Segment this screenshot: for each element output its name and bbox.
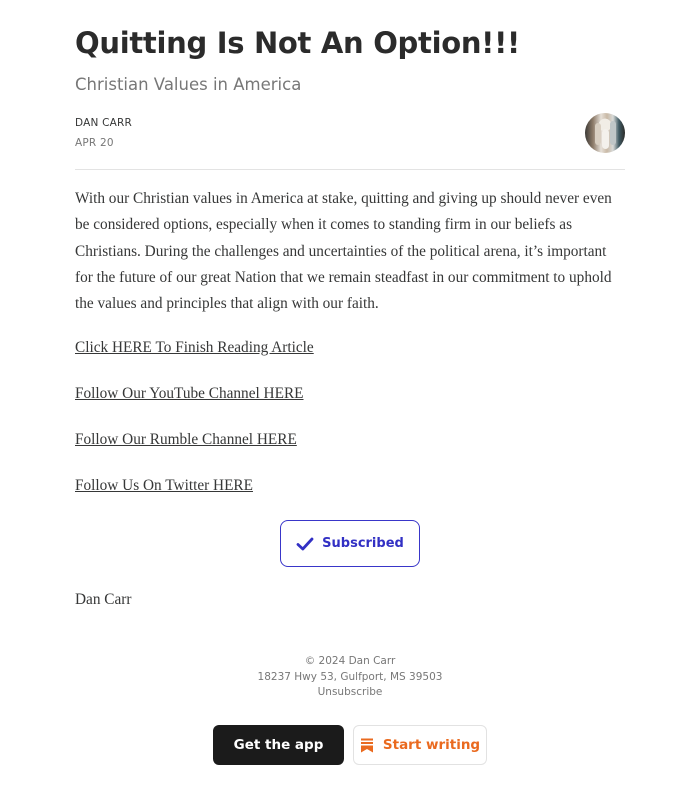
- youtube-channel-link[interactable]: Follow Our YouTube Channel HERE: [75, 385, 304, 403]
- header-divider: [75, 169, 625, 170]
- twitter-link[interactable]: Follow Us On Twitter HERE: [75, 477, 253, 495]
- finish-reading-link[interactable]: Click HERE To Finish Reading Article: [75, 339, 314, 357]
- start-writing-button[interactable]: Start writing: [353, 725, 487, 765]
- footer-address: 18237 Hwy 53, Gulfport, MS 39503: [257, 670, 443, 683]
- email-footer: © 2024 Dan Carr 18237 Hwy 53, Gulfport, …: [0, 654, 700, 701]
- unsubscribe-link[interactable]: Unsubscribe: [0, 685, 700, 701]
- subscribed-label: Subscribed: [322, 536, 404, 551]
- avatar-photo-figure: [602, 129, 609, 149]
- post-subtitle: Christian Values in America: [75, 75, 302, 94]
- start-writing-label: Start writing: [382, 737, 481, 753]
- post-signoff: Dan Carr: [75, 591, 132, 608]
- post-title[interactable]: Quitting Is Not An Option!!!: [75, 26, 520, 60]
- rumble-channel-link[interactable]: Follow Our Rumble Channel HERE: [75, 431, 297, 449]
- footer-copyright: © 2024 Dan Carr: [304, 655, 396, 667]
- substack-bookmark-icon: [360, 738, 373, 752]
- checkmark-icon: [296, 537, 314, 550]
- avatar-photo-figure: [610, 121, 616, 145]
- post-date: APR 20: [75, 137, 114, 149]
- author-avatar[interactable]: [585, 113, 625, 153]
- author-name[interactable]: DAN CARR: [75, 117, 132, 129]
- get-the-app-button[interactable]: Get the app: [213, 725, 344, 765]
- get-the-app-label: Get the app: [233, 737, 324, 753]
- avatar-photo-figure: [595, 123, 601, 145]
- post-body-paragraph: With our Christian values in America at …: [75, 190, 612, 313]
- subscribed-button[interactable]: Subscribed: [280, 520, 420, 567]
